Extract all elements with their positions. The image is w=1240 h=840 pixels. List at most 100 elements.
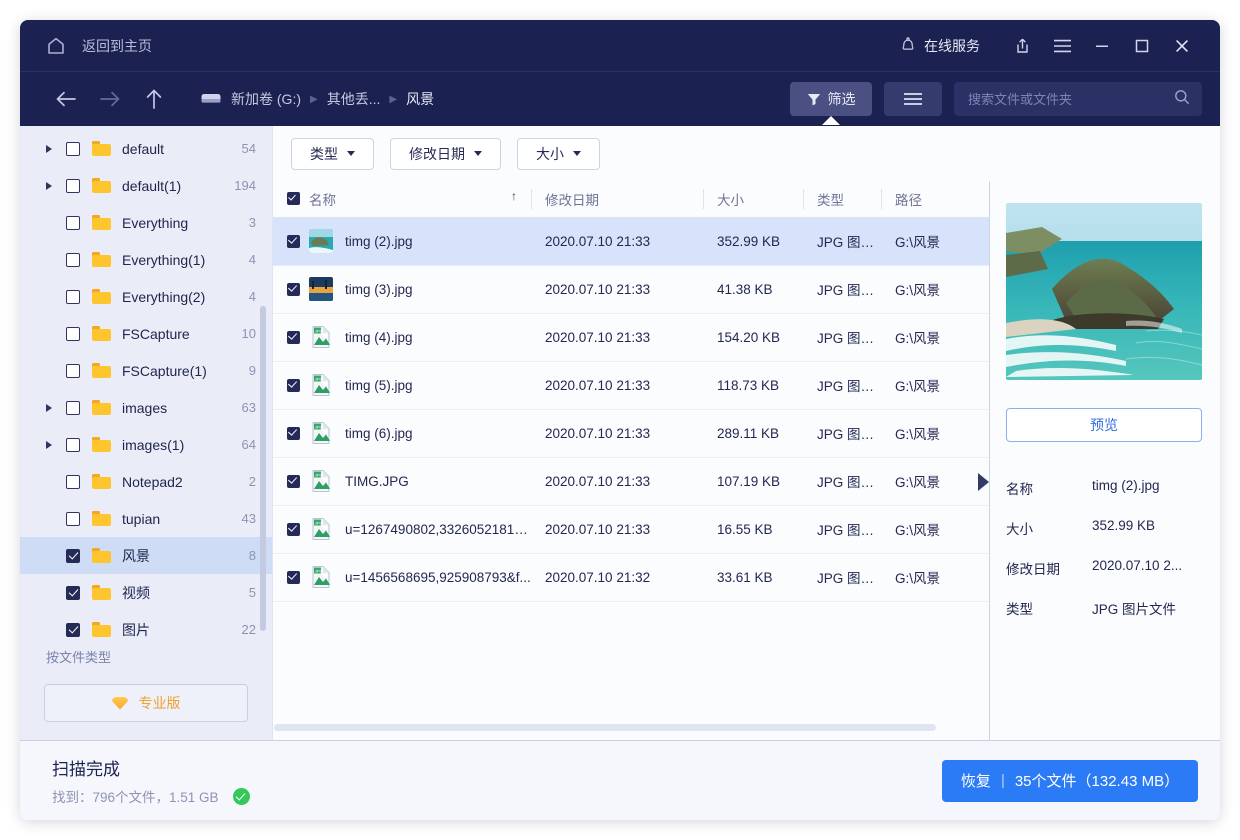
- folder-checkbox[interactable]: [66, 437, 80, 452]
- folder-tree-item[interactable]: images(1) 64: [20, 426, 272, 463]
- online-service-button[interactable]: 在线服务: [900, 36, 980, 56]
- table-row[interactable]: JPG timg (6).jpg 2020.07.10 21:33 289.11 KB…: [273, 409, 989, 458]
- folder-tree-item[interactable]: default(1) 194: [20, 167, 272, 204]
- forward-button[interactable]: [90, 79, 130, 119]
- expand-arrow-icon[interactable]: [46, 440, 60, 449]
- folder-checkbox[interactable]: [66, 289, 80, 304]
- minimize-button[interactable]: [1082, 26, 1122, 66]
- maximize-button[interactable]: [1122, 26, 1162, 66]
- folder-icon: [92, 400, 111, 415]
- expand-arrow-icon[interactable]: [46, 403, 60, 412]
- filter-button[interactable]: 筛选: [790, 82, 872, 125]
- folder-icon: [92, 548, 111, 563]
- search-box[interactable]: [954, 82, 1202, 116]
- menu-button[interactable]: [1042, 26, 1082, 66]
- folder-checkbox[interactable]: [66, 585, 80, 600]
- column-header-date[interactable]: 修改日期: [531, 181, 703, 218]
- row-checkbox[interactable]: [287, 378, 300, 392]
- filter-chip[interactable]: 修改日期: [390, 137, 501, 170]
- select-all-checkbox[interactable]: [287, 192, 300, 205]
- navigation-bar: 新加卷 (G:) ▶ 其他丢... ▶ 风景 筛选: [20, 72, 1220, 126]
- table-row[interactable]: timg (3).jpg 2020.07.10 21:33 41.38 KB JPG …: [273, 265, 989, 314]
- file-type: JPG 图片...: [803, 505, 881, 554]
- column-header-size[interactable]: 大小: [703, 181, 803, 218]
- row-checkbox[interactable]: [287, 282, 300, 296]
- folder-tree-item[interactable]: Everything(2) 4: [20, 278, 272, 315]
- breadcrumb-item-0[interactable]: 新加卷 (G:): [231, 89, 301, 109]
- folder-checkbox[interactable]: [66, 252, 80, 267]
- file-thumbnail: JPG: [309, 373, 333, 397]
- table-row[interactable]: JPG u=1456568695,925908793&f... 2020.07.10…: [273, 553, 989, 602]
- folder-tree-item[interactable]: FSCapture 10: [20, 315, 272, 352]
- cell-name: JPG timg (5).jpg: [273, 361, 531, 410]
- up-button[interactable]: [134, 79, 174, 119]
- folder-checkbox[interactable]: [66, 215, 80, 230]
- folder-tree-item[interactable]: 风景 8: [20, 537, 272, 574]
- back-to-home-button[interactable]: 返回到主页: [20, 36, 152, 56]
- table-row[interactable]: JPG timg (5).jpg 2020.07.10 21:33 118.73 KB…: [273, 361, 989, 410]
- expand-arrow-icon[interactable]: [46, 181, 60, 190]
- table-row[interactable]: JPG u=1267490802,3326052181&... 2020.07.10…: [273, 505, 989, 554]
- cell-name: JPG u=1267490802,3326052181&...: [273, 505, 531, 554]
- folder-label: default(1): [122, 177, 182, 194]
- folder-tree-item[interactable]: Everything 3: [20, 204, 272, 241]
- folder-checkbox[interactable]: [66, 141, 80, 156]
- folder-tree[interactable]: default 54 default(1) 194 Everything 3 Everyth…: [20, 126, 272, 647]
- pro-version-button[interactable]: 专业版: [44, 684, 248, 722]
- share-button[interactable]: [1002, 26, 1042, 66]
- folder-tree-item[interactable]: Notepad2 2: [20, 463, 272, 500]
- file-modified-date: 2020.07.10 21:33: [531, 505, 703, 554]
- horizontal-scrollbar[interactable]: [274, 724, 936, 731]
- filter-chip[interactable]: 类型: [291, 137, 374, 170]
- row-checkbox[interactable]: [287, 522, 300, 536]
- folder-tree-item[interactable]: FSCapture(1) 9: [20, 352, 272, 389]
- column-header-type[interactable]: 类型: [803, 181, 881, 218]
- folder-label: Everything(2): [122, 288, 206, 305]
- folder-count: 194: [234, 178, 256, 193]
- pro-version-label: 专业版: [138, 695, 181, 711]
- folder-tree-item[interactable]: images 63: [20, 389, 272, 426]
- folder-checkbox[interactable]: [66, 400, 80, 415]
- column-header-path[interactable]: 路径: [881, 181, 989, 218]
- folder-checkbox[interactable]: [66, 548, 80, 563]
- row-checkbox[interactable]: [287, 426, 300, 440]
- table-row[interactable]: JPG timg (4).jpg 2020.07.10 21:33 154.20 KB…: [273, 313, 989, 362]
- by-file-type-link[interactable]: 按文件类型: [20, 647, 272, 684]
- collapse-preview-handle[interactable]: [978, 473, 989, 491]
- folder-tree-item[interactable]: tupian 43: [20, 500, 272, 537]
- breadcrumb-item-2[interactable]: 风景: [406, 89, 434, 109]
- expand-arrow-icon[interactable]: [46, 144, 60, 153]
- folder-tree-item[interactable]: 视频 5: [20, 574, 272, 611]
- table-row[interactable]: timg (2).jpg 2020.07.10 21:33 352.99 KB JPG…: [273, 217, 989, 266]
- navigation-arrows: [20, 79, 174, 119]
- table-row[interactable]: JPG TIMG.JPG 2020.07.10 21:33 107.19 KB JPG …: [273, 457, 989, 506]
- folder-checkbox[interactable]: [66, 622, 80, 637]
- view-mode-button[interactable]: [884, 82, 942, 116]
- folder-checkbox[interactable]: [66, 511, 80, 526]
- folder-tree-item[interactable]: 图片 22: [20, 611, 272, 647]
- sidebar-scrollbar[interactable]: [260, 306, 266, 631]
- folder-checkbox[interactable]: [66, 326, 80, 341]
- sort-ascending-icon[interactable]: ↑: [511, 189, 517, 203]
- column-header-name[interactable]: 名称 ↑: [273, 181, 531, 218]
- folder-tree-item[interactable]: Everything(1) 4: [20, 241, 272, 278]
- row-checkbox[interactable]: [287, 330, 300, 344]
- search-icon[interactable]: [1174, 89, 1190, 110]
- file-modified-date: 2020.07.10 21:33: [531, 265, 703, 314]
- row-checkbox[interactable]: [287, 570, 300, 584]
- back-button[interactable]: [46, 79, 86, 119]
- folder-checkbox[interactable]: [66, 363, 80, 378]
- preview-button[interactable]: 预览: [1006, 408, 1202, 442]
- recover-button[interactable]: 恢复 | 35个文件（132.43 MB）: [942, 759, 1198, 802]
- preview-panel: 预览 名称 timg (2).jpg 大小 352.99 KB 修改日期 2020.07.…: [990, 181, 1220, 740]
- folder-tree-item[interactable]: default 54: [20, 130, 272, 167]
- breadcrumb-item-1[interactable]: 其他丢...: [327, 89, 381, 109]
- folder-checkbox[interactable]: [66, 474, 80, 489]
- file-thumbnail: JPG: [309, 517, 333, 541]
- row-checkbox[interactable]: [287, 234, 300, 248]
- search-input[interactable]: [968, 91, 1174, 107]
- folder-checkbox[interactable]: [66, 178, 80, 193]
- filter-chip[interactable]: 大小: [517, 137, 600, 170]
- close-button[interactable]: [1162, 26, 1202, 66]
- row-checkbox[interactable]: [287, 474, 300, 488]
